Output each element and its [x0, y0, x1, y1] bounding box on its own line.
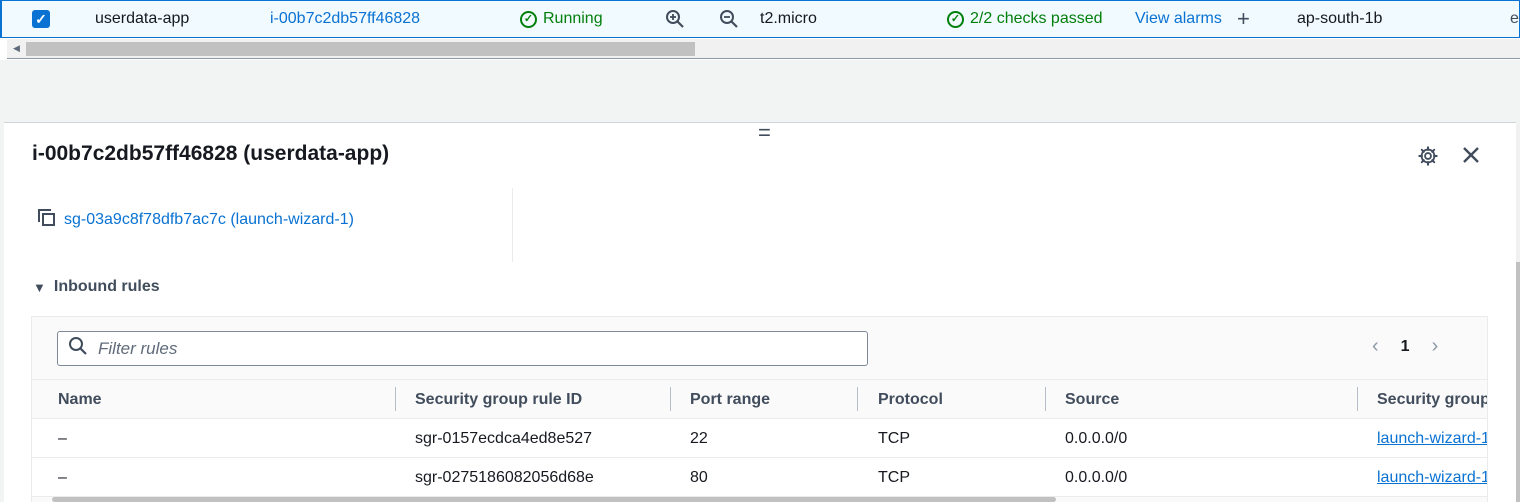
scroll-left-arrow-icon[interactable]: ◀ — [13, 43, 20, 54]
checkbox-checked-icon[interactable]: ✓ — [32, 10, 50, 28]
chevron-left-icon[interactable]: ‹ — [1372, 335, 1379, 358]
instance-state-label: Running — [543, 10, 603, 27]
column-resizer[interactable] — [1357, 387, 1358, 411]
filter-rules-input[interactable] — [98, 338, 838, 359]
horizontal-scrollbar[interactable]: ◀ — [7, 39, 1520, 59]
column-resizer[interactable] — [857, 387, 858, 411]
filter-rules-field[interactable] — [57, 331, 868, 366]
divider — [512, 188, 513, 262]
inbound-rules-table: ‹ 1 › Name Security group rule ID Port r… — [31, 316, 1488, 502]
security-group-label[interactable]: sg-03a9c8f78dfb7ac7c (launch-wizard-1) — [64, 211, 354, 229]
zoom-out-icon[interactable] — [719, 1, 739, 37]
column-header-source[interactable]: Source — [1065, 380, 1119, 420]
table-row[interactable]: – sgr-0275186082056d68e 80 TCP 0.0.0.0/0… — [32, 458, 1487, 497]
plus-icon[interactable]: + — [1237, 1, 1250, 37]
column-header-protocol[interactable]: Protocol — [878, 380, 943, 420]
clipped-column-text: ec — [1510, 10, 1520, 27]
column-resizer[interactable] — [670, 387, 671, 411]
copy-icon[interactable] — [36, 207, 56, 232]
close-icon[interactable] — [1460, 144, 1482, 171]
cell-rule-id: sgr-0275186082056d68e — [415, 469, 594, 486]
cell-port-range: 80 — [690, 469, 708, 486]
column-header-name[interactable]: Name — [58, 380, 102, 420]
cell-name: – — [58, 430, 67, 447]
status-checks-label: 2/2 checks passed — [970, 10, 1103, 27]
table-row[interactable]: – sgr-0157ecdca4ed8e527 22 TCP 0.0.0.0/0… — [32, 419, 1487, 458]
cell-security-group-link[interactable]: launch-wizard-1 — [1377, 419, 1487, 458]
page-number[interactable]: 1 — [1401, 338, 1410, 356]
column-header-security-group[interactable]: Security group — [1377, 380, 1487, 420]
cell-rule-id: sgr-0157ecdca4ed8e527 — [415, 430, 593, 447]
column-header-port-range[interactable]: Port range — [690, 380, 770, 420]
zoom-in-icon[interactable] — [665, 1, 685, 37]
inbound-rules-toggle[interactable]: ▼ Inbound rules — [33, 278, 160, 296]
cell-source: 0.0.0.0/0 — [1065, 430, 1128, 447]
panel-title: i-00b7c2db57ff46828 (userdata-app) — [32, 142, 390, 165]
instance-name: userdata-app — [95, 10, 190, 27]
drag-handle-icon[interactable]: = — [758, 122, 771, 144]
table-header: Name Security group rule ID Port range P… — [32, 379, 1487, 420]
availability-zone: ap-south-1b — [1297, 10, 1383, 27]
column-header-rule-id[interactable]: Security group rule ID — [415, 380, 582, 420]
status-ok-icon: ✓ — [947, 10, 964, 28]
status-checks: ✓ 2/2 checks passed — [947, 1, 1115, 37]
instance-row[interactable]: ✓ userdata-app i-00b7c2db57ff46828 ✓ Run… — [0, 0, 1520, 38]
view-alarms-link[interactable]: View alarms — [1135, 1, 1222, 37]
column-resizer[interactable] — [1045, 387, 1046, 411]
cell-security-group-link[interactable]: launch-wizard-1 — [1377, 458, 1487, 497]
gear-icon[interactable] — [1417, 145, 1439, 172]
instance-id-link[interactable]: i-00b7c2db57ff46828 — [270, 1, 420, 37]
caret-down-icon: ▼ — [33, 279, 46, 295]
cell-name: – — [58, 469, 67, 486]
chevron-right-icon[interactable]: › — [1432, 335, 1439, 358]
table-horizontal-scrollbar[interactable] — [52, 497, 1056, 502]
status-ok-icon: ✓ — [520, 10, 537, 28]
instance-type: t2.micro — [760, 10, 817, 27]
pagination: ‹ 1 › — [1372, 335, 1438, 358]
instance-state: ✓ Running — [520, 1, 603, 37]
cell-protocol: TCP — [878, 469, 910, 486]
cell-port-range: 22 — [690, 430, 708, 447]
scrollbar-thumb[interactable] — [26, 42, 695, 56]
panel-separator — [0, 60, 1520, 122]
column-resizer[interactable] — [395, 387, 396, 411]
security-group-link[interactable]: sg-03a9c8f78dfb7ac7c (launch-wizard-1) — [36, 207, 354, 232]
vertical-scrollbar-thumb[interactable] — [1516, 262, 1520, 502]
cell-source: 0.0.0.0/0 — [1065, 469, 1128, 486]
search-icon — [68, 336, 88, 361]
inbound-rules-heading: Inbound rules — [53, 278, 160, 295]
cell-protocol: TCP — [878, 430, 910, 447]
